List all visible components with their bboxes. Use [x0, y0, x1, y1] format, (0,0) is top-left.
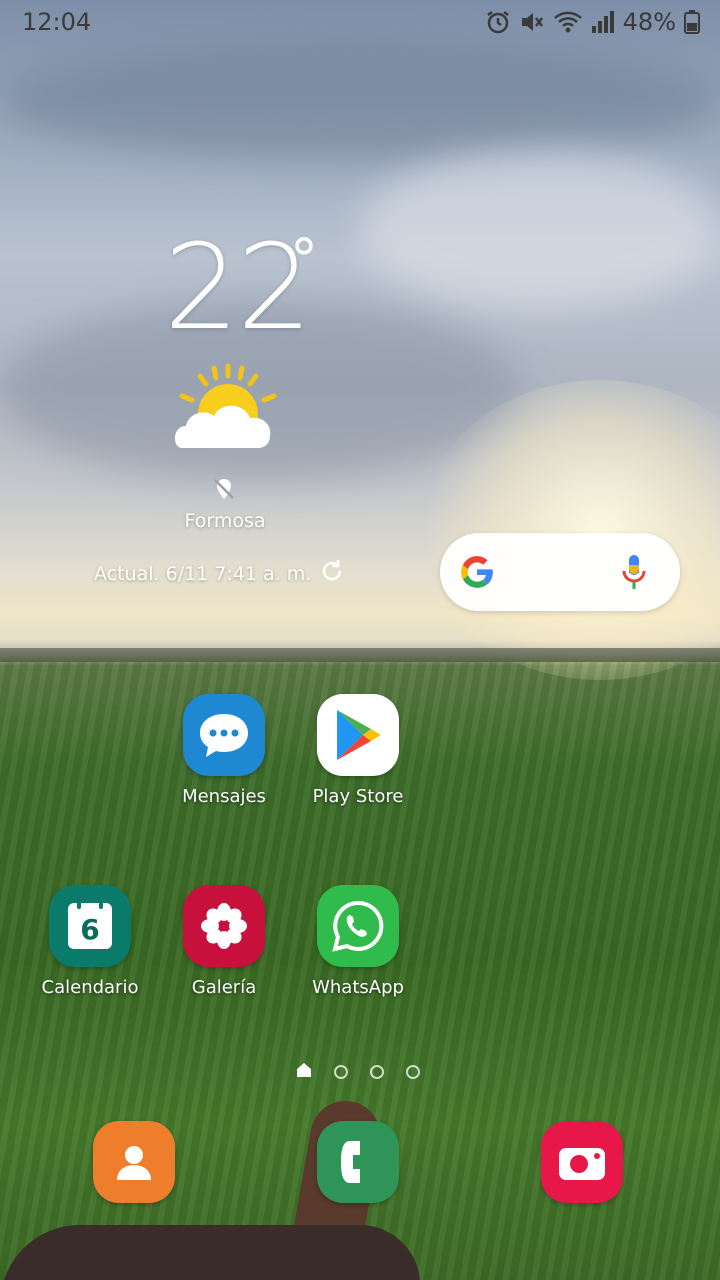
weather-updated: Actual. 6/11 7:41 a. m. [94, 558, 345, 589]
signal-icon [591, 9, 615, 35]
weather-updated-text: Actual. 6/11 7:41 a. m. [94, 562, 312, 585]
wallpaper-clouds [360, 150, 720, 310]
app-label: Mensajes [182, 786, 266, 807]
app-calendario[interactable]: 6 Calendario [20, 885, 160, 998]
contacts-icon[interactable] [93, 1121, 175, 1203]
home-page-icon[interactable] [296, 1062, 312, 1082]
camera-icon[interactable] [541, 1121, 623, 1203]
battery-icon [684, 9, 700, 35]
dock-camera[interactable] [512, 1121, 652, 1203]
google-logo-icon[interactable] [458, 553, 496, 595]
wallpaper-clouds [0, 40, 720, 160]
calendar-icon[interactable]: 6 [49, 885, 131, 967]
google-search-bar[interactable] [440, 533, 680, 611]
app-whatsapp[interactable]: WhatsApp [288, 885, 428, 998]
wallpaper-horizon [0, 648, 720, 662]
wifi-icon [553, 9, 583, 35]
app-label: WhatsApp [312, 977, 404, 998]
home-screen: 12:04 48% 22 ° Formosa Actual. 6/11 7:41… [0, 0, 720, 1280]
app-label: Calendario [41, 977, 139, 998]
app-galeria[interactable]: Galería [154, 885, 294, 998]
mute-icon [519, 9, 545, 35]
status-bar: 12:04 48% [0, 0, 720, 48]
wallpaper-horse-head [0, 1225, 420, 1280]
location-off-icon [212, 477, 236, 505]
temperature: 22 [164, 218, 312, 356]
battery-percent: 48% [622, 8, 676, 36]
page-dot[interactable] [370, 1065, 384, 1079]
app-label: Play Store [312, 786, 404, 807]
calendar-day: 6 [80, 912, 100, 946]
weather-location: Formosa [184, 510, 266, 532]
status-time: 12:04 [22, 8, 92, 36]
phone-icon[interactable] [317, 1121, 399, 1203]
mic-icon[interactable] [620, 553, 648, 597]
messages-icon[interactable] [183, 694, 265, 776]
whatsapp-icon[interactable] [317, 885, 399, 967]
gallery-flower-icon[interactable] [183, 885, 265, 967]
dock-contacts[interactable] [64, 1121, 204, 1203]
calendar-page: 6 [68, 899, 112, 949]
play-store-icon[interactable] [317, 694, 399, 776]
app-mensajes[interactable]: Mensajes [154, 694, 294, 807]
page-indicator[interactable] [296, 1062, 420, 1082]
refresh-icon[interactable] [319, 558, 345, 589]
alarm-icon [485, 9, 511, 35]
app-label: Galería [191, 977, 257, 998]
app-play-store[interactable]: Play Store [288, 694, 428, 807]
dock-phone[interactable] [288, 1121, 428, 1203]
degree-symbol: ° [290, 228, 318, 293]
page-dot[interactable] [406, 1065, 420, 1079]
page-dot[interactable] [334, 1065, 348, 1079]
partly-sunny-icon [170, 362, 280, 458]
